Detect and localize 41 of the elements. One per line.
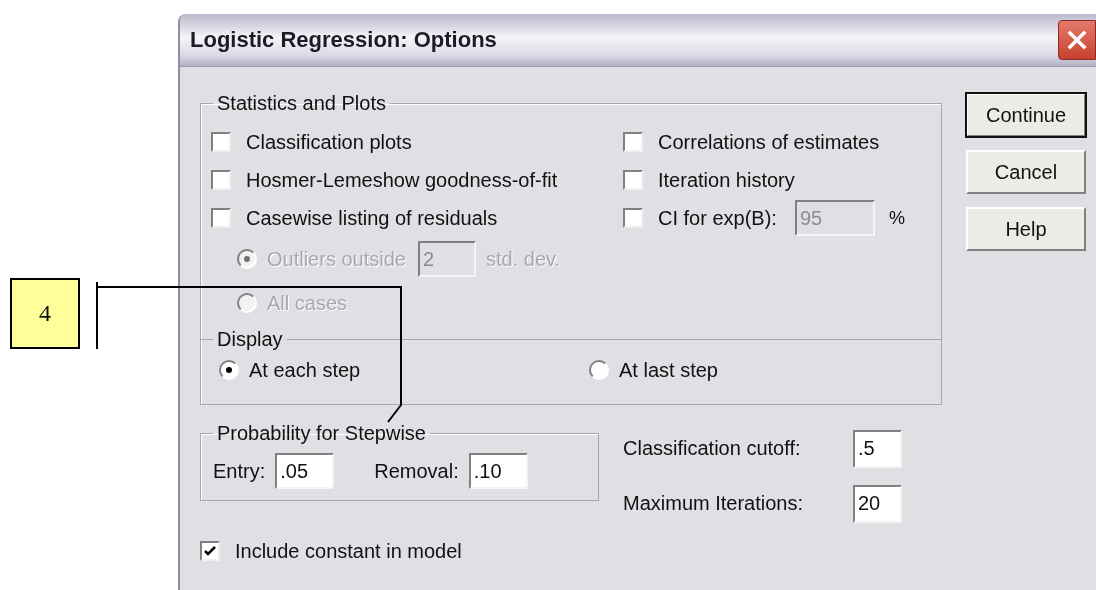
checkbox[interactable] (623, 170, 643, 190)
check-icon (203, 544, 217, 558)
input-field[interactable]: .10 (468, 453, 528, 489)
checkbox[interactable] (623, 208, 643, 228)
option-label: Outliers outside (267, 247, 406, 271)
group-title: Statistics and Plots (216, 91, 387, 115)
dialog-button[interactable]: Continue (966, 93, 1086, 137)
unit-label: % (888, 207, 905, 229)
input-field[interactable]: .5 (853, 429, 902, 468)
option-label: All cases (267, 291, 348, 315)
close-icon (1066, 29, 1088, 51)
close-button[interactable] (1058, 20, 1096, 60)
checkbox[interactable] (211, 170, 231, 190)
field-label: Entry: (213, 459, 266, 483)
window-title: Logistic Regression: Options (190, 27, 497, 53)
unit-label: std. dev. (485, 247, 561, 271)
checkbox[interactable] (211, 208, 231, 228)
option-label: Iteration history (658, 168, 795, 192)
checkbox[interactable] (623, 132, 643, 152)
input-field[interactable]: 20 (853, 484, 902, 523)
radio-button[interactable] (219, 360, 239, 380)
option-label: At each step (249, 358, 361, 382)
field-label: Classification cutoff: (623, 437, 802, 460)
option-label: Classification plots (246, 130, 412, 154)
option-label: At last step (619, 358, 718, 382)
option-label: Correlations of estimates (658, 130, 880, 154)
radio-button[interactable] (589, 360, 609, 380)
checkbox[interactable] (211, 132, 231, 152)
option-label: CI for exp(B): (658, 206, 777, 230)
field-label: Removal: (374, 459, 459, 483)
option-label: Hosmer-Lemeshow goodness-of-fit (246, 168, 558, 192)
field-label: Maximum Iterations: (623, 492, 805, 515)
checkbox[interactable] (200, 541, 220, 561)
callout-number: 4 (10, 278, 80, 349)
dialog-button[interactable]: Cancel (966, 150, 1086, 194)
group-title: Display (216, 327, 284, 351)
option-label: Casewise listing of residuals (246, 206, 498, 230)
dialog-button[interactable]: Help (966, 207, 1086, 251)
input-field[interactable]: .05 (275, 453, 335, 489)
group-title: Probability for Stepwise (216, 421, 427, 445)
option-label: Include constant in model (235, 539, 462, 563)
